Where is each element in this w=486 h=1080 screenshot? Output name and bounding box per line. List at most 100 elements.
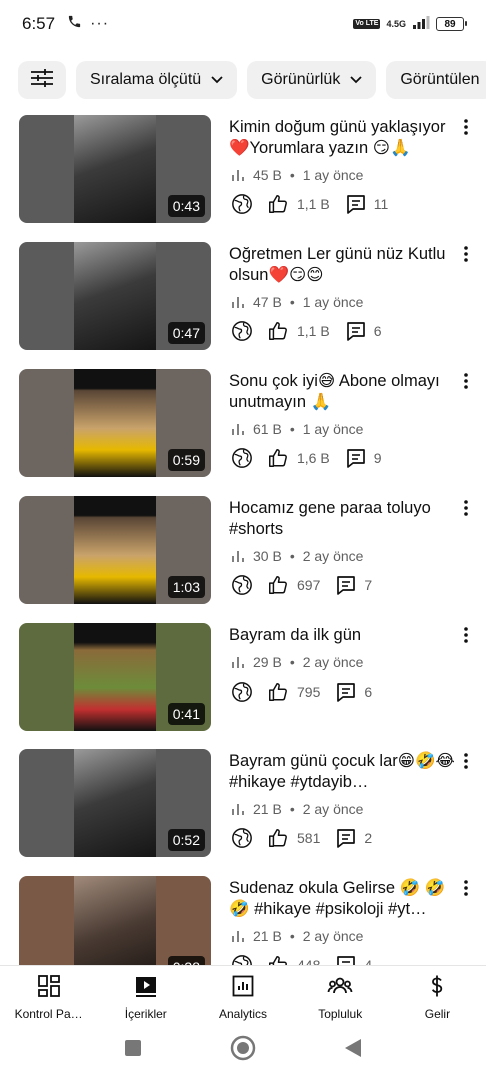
- video-row[interactable]: 0:41 Bayram da ilk gün 29 B • 2 ay önce …: [0, 623, 486, 733]
- dashboard-icon: [37, 974, 61, 1003]
- view-count: 61 B: [253, 421, 282, 437]
- video-duration: 0:59: [167, 449, 205, 471]
- video-row[interactable]: 0:59 Sonu çok iyi😅 Abone olmayı unutmayı…: [0, 369, 486, 479]
- nav-label: Topluluk: [318, 1007, 363, 1021]
- filter-settings-button[interactable]: [18, 61, 66, 99]
- filter-bar: Sıralama ölçütü Görünürlük Görüntülen: [18, 61, 486, 99]
- chip-label: Sıralama ölçütü: [90, 71, 202, 88]
- earn-icon: [425, 974, 449, 1003]
- visibility-public: [231, 193, 253, 215]
- video-row[interactable]: 0:52 Bayram günü çocuk lar😁🤣😂 #hikaye #y…: [0, 749, 486, 859]
- video-meta: 30 B • 2 ay önce: [231, 548, 363, 564]
- more-options-button[interactable]: [460, 880, 472, 898]
- globe-icon: [232, 194, 252, 214]
- view-count: 30 B: [253, 548, 282, 564]
- comments-stat: 11: [346, 194, 389, 214]
- video-meta: 47 B • 1 ay önce: [231, 294, 363, 310]
- nav-analytics[interactable]: Analytics: [194, 966, 291, 1021]
- like-count: 697: [297, 577, 321, 593]
- comment-count: 11: [373, 196, 389, 212]
- views-chip[interactable]: Görüntülen: [386, 61, 486, 99]
- comment-count: 9: [373, 450, 382, 466]
- more-vert-icon: [464, 246, 468, 262]
- video-duration: 0:52: [167, 829, 205, 851]
- back-button[interactable]: [344, 1038, 362, 1063]
- video-row[interactable]: 0:38 Sudenaz okula Gelirse 🤣 🤣🤣 #hikaye …: [0, 876, 486, 965]
- views-bar-icon: [232, 657, 244, 668]
- comments-stat: 4: [336, 955, 372, 965]
- comment-icon: [337, 576, 356, 595]
- more-options-button[interactable]: [460, 119, 472, 137]
- thumbnail-image: [74, 369, 156, 477]
- likes-stat: 448: [267, 954, 320, 965]
- comment-icon: [346, 322, 365, 341]
- video-thumbnail[interactable]: 0:52: [19, 749, 211, 857]
- separator-dot: •: [289, 421, 295, 437]
- nav-dashboard[interactable]: Kontrol Pa…: [0, 966, 97, 1021]
- views-bar-icon: [232, 931, 244, 942]
- video-thumbnail[interactable]: 0:38: [19, 876, 211, 965]
- video-title[interactable]: Sonu çok iyi😅 Abone olmayı unutmayın 🙏: [229, 371, 457, 413]
- chip-label: Görünürlük: [261, 71, 341, 88]
- video-title[interactable]: Oğretmen Ler günü nüz Kutlu olsun❤️😏😊: [229, 244, 457, 286]
- more-vert-icon: [464, 373, 468, 389]
- video-title[interactable]: Sudenaz okula Gelirse 🤣 🤣🤣 #hikaye #psik…: [229, 878, 457, 920]
- more-options-button[interactable]: [460, 753, 472, 771]
- video-thumbnail[interactable]: 0:41: [19, 623, 211, 731]
- nav-content[interactable]: İçerikler: [97, 966, 194, 1021]
- comments-stat: 6: [346, 321, 382, 341]
- comment-count: 2: [364, 830, 373, 846]
- likes-stat: 581: [267, 827, 320, 849]
- globe-icon: [232, 682, 252, 702]
- more-options-button[interactable]: [460, 627, 472, 645]
- more-options-button[interactable]: [460, 500, 472, 518]
- upload-age: 1 ay önce: [302, 294, 364, 310]
- home-button[interactable]: [230, 1035, 256, 1066]
- chip-label: Görüntülen: [400, 71, 480, 88]
- video-thumbnail[interactable]: 0:43: [19, 115, 211, 223]
- video-thumbnail[interactable]: 0:59: [19, 369, 211, 477]
- thumbs-up-icon: [269, 449, 287, 467]
- status-time: 6:57: [22, 14, 56, 33]
- recents-button[interactable]: [124, 1039, 142, 1062]
- visibility-public: [231, 954, 253, 965]
- thumbnail-image: [74, 876, 156, 965]
- content-icon: [134, 974, 158, 1003]
- nav-earn[interactable]: Gelir: [389, 966, 486, 1021]
- video-row[interactable]: 1:03 Hocamız gene paraa toluyo #shorts 3…: [0, 496, 486, 606]
- chevron-down-icon: [350, 71, 362, 89]
- upload-age: 2 ay önce: [302, 928, 364, 944]
- nav-community[interactable]: Topluluk: [292, 966, 389, 1021]
- likes-stat: 1,1 B: [267, 320, 330, 342]
- battery-icon: 89: [436, 17, 467, 31]
- video-title[interactable]: Bayram günü çocuk lar😁🤣😂 #hikaye #ytdayi…: [229, 751, 457, 793]
- comments-stat: 6: [336, 682, 372, 702]
- sort-by-chip[interactable]: Sıralama ölçütü: [76, 61, 238, 99]
- video-row[interactable]: 0:43 Kimin doğum günü yaklaşıyor ❤️Yorum…: [0, 115, 486, 225]
- video-row[interactable]: 0:47 Oğretmen Ler günü nüz Kutlu olsun❤️…: [0, 242, 486, 352]
- video-title[interactable]: Hocamız gene paraa toluyo #shorts: [229, 498, 457, 540]
- video-thumbnail[interactable]: 0:47: [19, 242, 211, 350]
- comment-count: 6: [364, 684, 373, 700]
- video-title[interactable]: Kimin doğum günü yaklaşıyor ❤️Yorumlara …: [229, 117, 457, 159]
- separator-dot: •: [289, 654, 295, 670]
- more-options-button[interactable]: [460, 246, 472, 264]
- globe-icon: [232, 955, 252, 965]
- thumbnail-image: [74, 496, 156, 604]
- views-bar-icon: [232, 551, 244, 562]
- video-duration: 0:43: [167, 195, 205, 217]
- nav-label: Analytics: [218, 1007, 268, 1021]
- video-thumbnail[interactable]: 1:03: [19, 496, 211, 604]
- more-vert-icon: [464, 627, 468, 643]
- like-count: 1,1 B: [297, 323, 330, 339]
- visibility-public: [231, 681, 253, 703]
- views-bar-icon: [232, 170, 244, 181]
- status-bar: 6:57 ··· Vo LTE 4.5G 89: [0, 0, 486, 48]
- video-title[interactable]: Bayram da ilk gün: [229, 625, 457, 646]
- visibility-public: [231, 320, 253, 342]
- comment-icon: [346, 449, 365, 468]
- upload-age: 2 ay önce: [302, 654, 364, 670]
- more-options-button[interactable]: [460, 373, 472, 391]
- visibility-chip[interactable]: Görünürlük: [247, 61, 377, 99]
- video-duration: 0:47: [167, 322, 205, 344]
